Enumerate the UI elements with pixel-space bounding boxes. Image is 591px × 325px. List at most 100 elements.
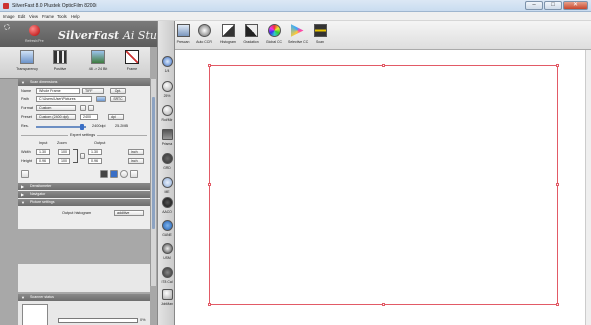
gear-icon[interactable]: [4, 24, 10, 30]
tool-gane[interactable]: GANE: [160, 220, 174, 237]
preset-unit-select[interactable]: dpi: [108, 114, 124, 120]
frame-handle-left[interactable]: [208, 183, 211, 186]
prescan-button[interactable]: Prescan: [174, 24, 192, 44]
frame-handle-top-left[interactable]: [208, 64, 211, 67]
frame-handle-top-right[interactable]: [556, 64, 559, 67]
menu-tools[interactable]: Tools: [57, 14, 67, 19]
selection-frame[interactable]: [208, 64, 559, 306]
path-field[interactable]: C:\Users\User\Pictures: [36, 96, 92, 102]
densitometer-header[interactable]: ▶ Densitometer: [18, 183, 150, 190]
tool-prisma[interactable]: Prisma: [160, 129, 174, 146]
width-output[interactable]: 1.30: [88, 149, 102, 155]
options-button[interactable]: Opt.: [110, 88, 126, 94]
lock-icon[interactable]: [80, 153, 85, 159]
close-button[interactable]: ✕: [563, 1, 588, 10]
refresh-icon[interactable]: [120, 170, 128, 178]
preset-resolution-field[interactable]: 2400: [80, 114, 98, 120]
title-bar: SilverFast 8.0 Plustek OpticFilm 8200i –…: [0, 0, 591, 12]
save-preset-icon[interactable]: [21, 170, 29, 178]
histogram-button[interactable]: Histogram: [219, 24, 237, 44]
tool-grd[interactable]: GRD: [160, 153, 174, 170]
expert-settings-label[interactable]: Expert settings: [68, 133, 98, 137]
gane-icon: [161, 220, 173, 231]
file-format-select[interactable]: TIFF: [82, 88, 104, 94]
minimize-button[interactable]: –: [525, 1, 543, 10]
scanner-status-header[interactable]: ▼ Scanner status: [18, 294, 150, 301]
portrait-icon[interactable]: [80, 105, 86, 111]
panel-scrollbar-thumb[interactable]: [152, 97, 155, 229]
height-unit-select[interactable]: inch: [128, 158, 144, 164]
mode-bit-depth[interactable]: 48 -> 24 Bit: [83, 50, 113, 76]
panel-scrollbar[interactable]: [150, 79, 156, 286]
positive-icon: [53, 50, 67, 64]
window-title: SilverFast 8.0 Plustek OpticFilm 8200i: [12, 3, 97, 9]
tool-jobman[interactable]: JobMan: [160, 289, 174, 306]
tool-rotate-mirror[interactable]: Rot/Mir: [160, 105, 174, 122]
frame-handle-bottom[interactable]: [382, 303, 385, 306]
height-zoom[interactable]: 100: [58, 158, 70, 164]
scan-parameters-panel: ▼ Scan dimensions Name Whole Frame TIFF …: [18, 79, 150, 229]
width-input[interactable]: 1.30: [36, 149, 50, 155]
center-icon[interactable]: [110, 170, 118, 178]
tool-usm[interactable]: USM: [160, 243, 174, 260]
preview-canvas[interactable]: [175, 50, 591, 325]
scanner-status-panel: 0%: [18, 301, 150, 325]
auto-ccr-button[interactable]: Auto CCR: [195, 24, 213, 44]
mode-transparency[interactable]: Transparency: [12, 50, 42, 76]
global-cc-icon: [267, 24, 281, 37]
gradation-button[interactable]: Gradation: [242, 24, 260, 44]
frame-handle-top[interactable]: [382, 64, 385, 67]
navigator-header[interactable]: ▶ Navigator: [18, 191, 150, 198]
brand-header: SilverFast Ai Studio Refresh/Pre: [0, 21, 174, 47]
menu-image[interactable]: Image: [3, 14, 15, 19]
tool-info[interactable]: 1/4: [160, 56, 174, 73]
height-input[interactable]: 0.96: [36, 158, 50, 164]
refresh-prescan-label[interactable]: Refresh/Pre: [25, 39, 44, 43]
selective-cc-button[interactable]: Selective CC: [288, 24, 308, 44]
mode-frame[interactable]: Frame: [117, 50, 147, 76]
menu-edit[interactable]: Edit: [18, 14, 25, 19]
collapse-triangle-icon: ▼: [21, 80, 25, 85]
folder-icon[interactable]: [96, 96, 106, 102]
landscape-icon[interactable]: [88, 105, 94, 111]
info-icon: [161, 56, 173, 67]
prisma-icon: [161, 129, 173, 140]
grid-icon[interactable]: [100, 170, 108, 178]
menu-frame[interactable]: Frame: [42, 14, 54, 19]
resolution-slider-knob[interactable]: [80, 124, 84, 130]
canvas-scrollbar[interactable]: [585, 50, 591, 325]
global-cc-button[interactable]: Global CC: [265, 24, 283, 44]
tool-me[interactable]: ME: [160, 177, 174, 194]
menu-help[interactable]: Help: [71, 14, 80, 19]
name-label: Name: [21, 89, 32, 93]
menu-view[interactable]: View: [29, 14, 38, 19]
silverfast-logo-icon: [29, 25, 40, 36]
preset-select[interactable]: Custom (2400 dpi): [36, 114, 76, 120]
scan-dimensions-header[interactable]: ▼ Scan dimensions: [18, 79, 150, 86]
maximize-button[interactable]: □: [544, 1, 562, 10]
auto-ccr-icon: [197, 24, 211, 37]
mode-bar: Transparency Positive 48 -> 24 Bit Frame: [0, 47, 150, 79]
it8-calibration-icon: [161, 267, 173, 278]
srtc-button[interactable]: SRTC: [110, 96, 126, 102]
width-zoom[interactable]: 100: [58, 149, 70, 155]
height-output[interactable]: 0.96: [88, 158, 102, 164]
height-label: Height: [21, 159, 32, 163]
resolution-slider[interactable]: [36, 126, 86, 128]
picture-settings-header[interactable]: ▼ Picture settings: [18, 199, 150, 206]
tool-it8[interactable]: IT8 Cal: [160, 267, 174, 284]
histogram-mode-select[interactable]: additive: [114, 210, 144, 216]
frame-handle-bottom-right[interactable]: [556, 303, 559, 306]
mode-positive[interactable]: Positive: [45, 50, 75, 76]
format-select[interactable]: Custom: [36, 105, 76, 111]
tool-aaco[interactable]: AACO: [160, 197, 174, 214]
frame-handle-right[interactable]: [556, 183, 559, 186]
width-unit-select[interactable]: inch: [128, 149, 144, 155]
frame-handle-bottom-left[interactable]: [208, 303, 211, 306]
scan-button[interactable]: Scan: [311, 24, 329, 44]
expand-triangle-icon: ▶: [21, 192, 25, 197]
link-bracket-icon: [73, 149, 78, 163]
tool-zoom[interactable]: 25%: [160, 81, 174, 98]
name-field[interactable]: Whole Frame: [36, 88, 80, 94]
reset-icon[interactable]: [130, 170, 138, 178]
